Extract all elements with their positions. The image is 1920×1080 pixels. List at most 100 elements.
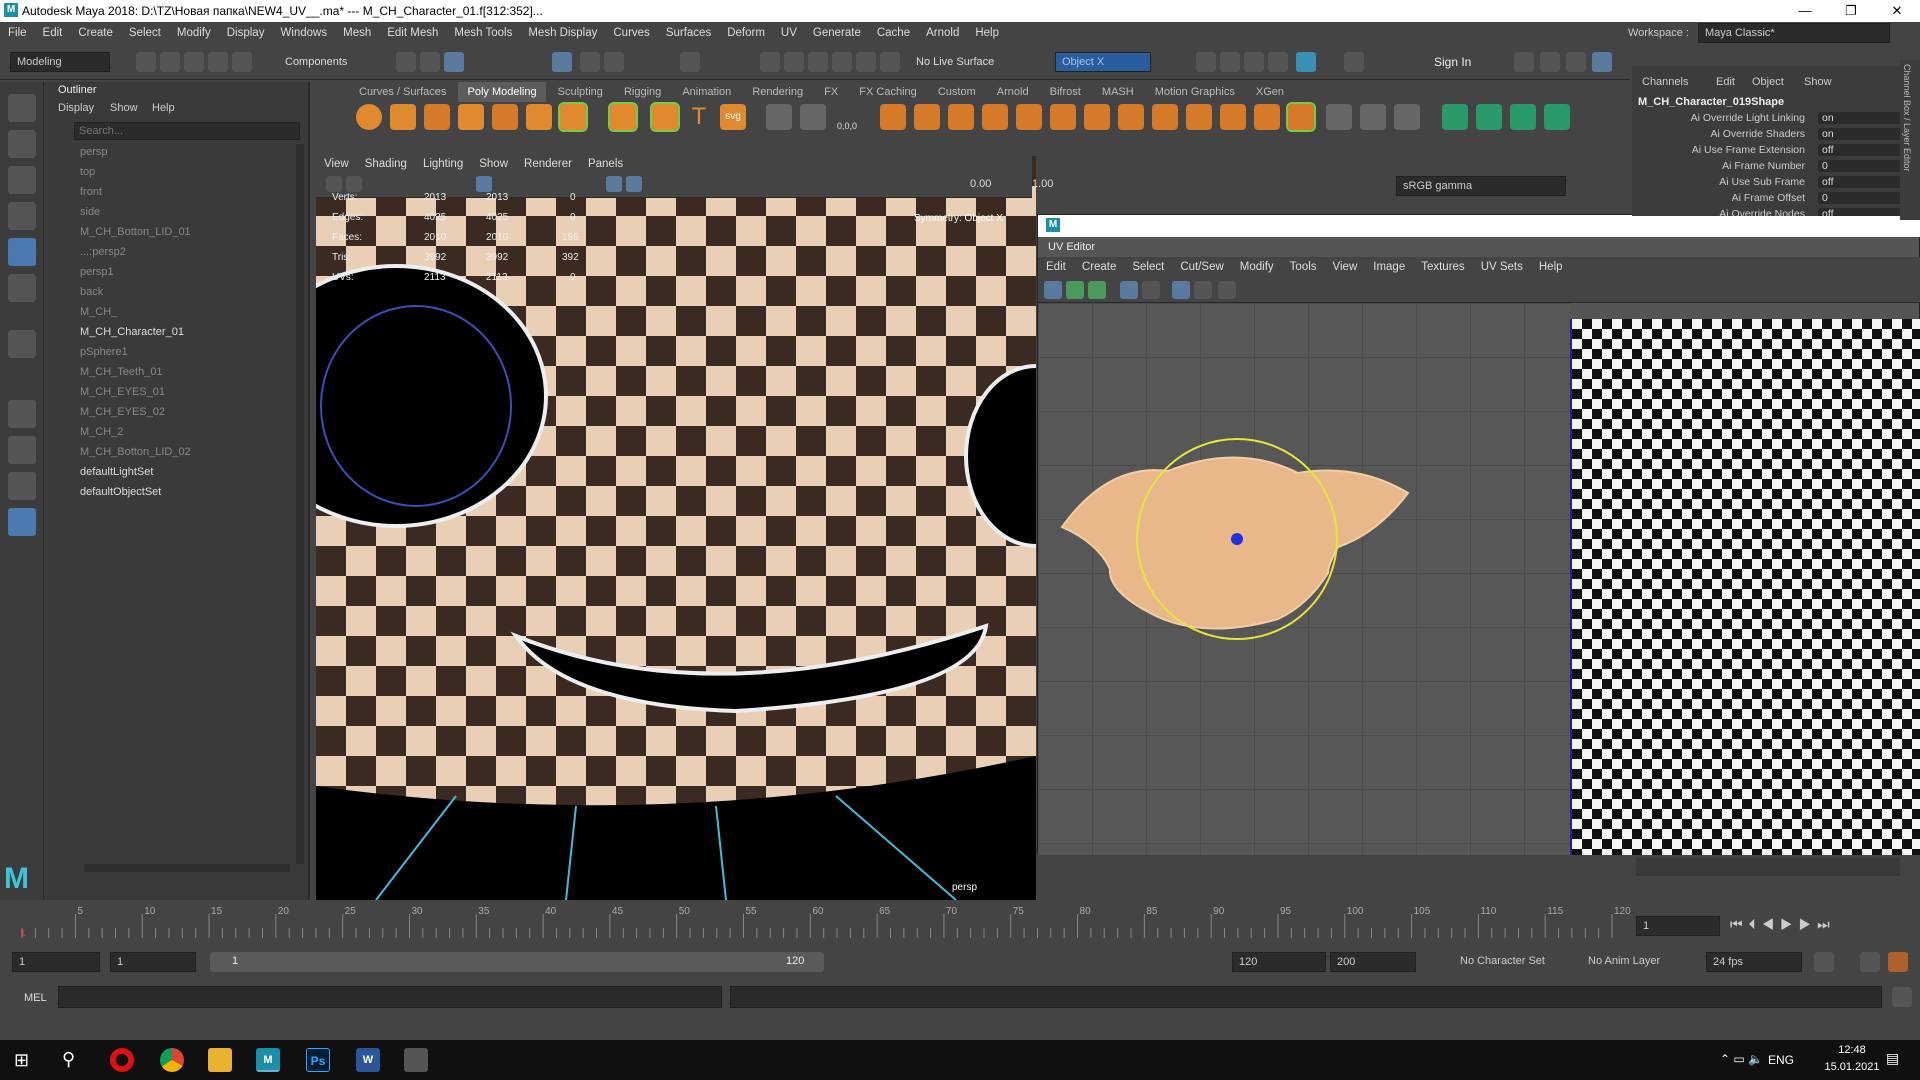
menu-curves[interactable]: Curves — [605, 27, 657, 39]
app-icon[interactable] — [404, 1048, 428, 1072]
tray-icons[interactable]: ⌃ ▭ 🔈 — [1720, 1052, 1763, 1066]
quad-draw-icon[interactable] — [1152, 104, 1178, 130]
exposure-value[interactable]: 0.00 — [970, 178, 991, 190]
save-scene-icon[interactable] — [184, 52, 204, 72]
insert-edge-loop-icon[interactable] — [1016, 104, 1042, 130]
undo-icon[interactable] — [208, 52, 228, 72]
outliner-menu-help[interactable]: Help — [152, 102, 175, 114]
uv-menu-select[interactable]: Select — [1124, 261, 1172, 273]
outliner-horizontal-scrollbar[interactable] — [84, 864, 290, 872]
menu-windows[interactable]: Windows — [272, 27, 335, 39]
hypershade-icon[interactable] — [1296, 52, 1316, 72]
current-frame-field[interactable]: 1 — [1636, 916, 1720, 936]
auto-key-icon[interactable] — [1860, 952, 1880, 972]
live-surface-label[interactable]: No Live Surface — [916, 56, 994, 68]
uv-texture-toggle-icon[interactable] — [1120, 281, 1138, 299]
uv-snapshot-icon[interactable] — [1218, 281, 1236, 299]
outliner-item[interactable]: M_CH_2 — [80, 426, 123, 438]
viewport-menu-lighting[interactable]: Lighting — [415, 158, 471, 170]
outliner-item[interactable]: top — [80, 166, 95, 178]
merge-icon[interactable] — [1050, 104, 1076, 130]
multi-cut-icon[interactable] — [982, 104, 1008, 130]
script-editor-icon[interactable] — [1892, 987, 1912, 1007]
menu-mesh[interactable]: Mesh — [335, 27, 379, 39]
tool-settings-icon[interactable] — [1566, 52, 1586, 72]
menu-cache[interactable]: Cache — [869, 27, 918, 39]
uv-menu-view[interactable]: View — [1325, 261, 1366, 273]
select-component-icon[interactable] — [444, 52, 464, 72]
loop-icon[interactable] — [1814, 952, 1834, 972]
photoshop-icon[interactable]: Ps — [306, 1048, 330, 1072]
channel-row[interactable]: Ai Frame Offset 0 — [1632, 192, 1920, 208]
snap-curve-icon[interactable] — [784, 52, 804, 72]
poly-cube-icon[interactable] — [390, 104, 416, 130]
colorspace-dropdown[interactable]: sRGB gamma — [1396, 176, 1566, 196]
workspace-dropdown[interactable]: Maya Classic* — [1698, 23, 1890, 43]
mel-command-input[interactable] — [58, 986, 722, 1008]
shelf-tab-custom[interactable]: Custom — [929, 82, 985, 102]
fps-dropdown[interactable]: 24 fps — [1706, 952, 1802, 972]
animation-end-field[interactable]: 200 — [1330, 952, 1416, 972]
outliner-scrollbar[interactable] — [296, 144, 304, 864]
face-select-icon[interactable] — [580, 52, 600, 72]
uv-menu-uv-sets[interactable]: UV Sets — [1473, 261, 1531, 273]
camera-attributes-icon[interactable] — [346, 176, 362, 192]
animation-start-field[interactable]: 1 — [12, 952, 100, 972]
channel-menu-object[interactable]: Object — [1752, 76, 1784, 88]
shelf-tab-sculpting[interactable]: Sculpting — [549, 82, 612, 102]
grid-toggle-icon[interactable] — [476, 176, 492, 192]
channel-menu-edit[interactable]: Edit — [1716, 76, 1735, 88]
outliner-item[interactable]: M_CH_EYES_02 — [80, 406, 165, 418]
poly-torus-icon[interactable] — [492, 104, 518, 130]
select-hierarchy-icon[interactable] — [396, 52, 416, 72]
shelf-tab-fx-caching[interactable]: FX Caching — [850, 82, 925, 102]
uv-select-mode-icon[interactable] — [1044, 281, 1062, 299]
playback-end-field[interactable]: 120 — [1232, 952, 1326, 972]
character-set-dropdown[interactable]: No Character Set — [1460, 955, 1545, 967]
shelf-tab-animation[interactable]: Animation — [673, 82, 740, 102]
chrome-icon[interactable] — [160, 1048, 184, 1072]
outliner-item[interactable]: front — [80, 186, 102, 198]
channel-row[interactable]: Ai Use Frame Extension off — [1632, 144, 1920, 160]
redo-icon[interactable] — [232, 52, 252, 72]
select-object-icon[interactable] — [420, 52, 440, 72]
shelf-tab-mash[interactable]: MASH — [1093, 82, 1143, 102]
outliner-menu-display[interactable]: Display — [58, 102, 94, 114]
uv-menu-textures[interactable]: Textures — [1413, 261, 1472, 273]
channel-box-scrollbar[interactable] — [1636, 858, 1900, 876]
lock-icon[interactable] — [680, 52, 700, 72]
outliner-item[interactable]: M_CH_Character_01 — [80, 326, 184, 338]
uv-grid-icon[interactable] — [1172, 281, 1190, 299]
separate-icon[interactable] — [800, 104, 826, 130]
menu-mesh-display[interactable]: Mesh Display — [520, 27, 605, 39]
shelf-tab-curves-surfaces[interactable]: Curves / Surfaces — [350, 82, 455, 102]
outliner-item[interactable]: M_CH_ — [80, 306, 117, 318]
poly-disc-icon[interactable] — [558, 102, 588, 132]
smooth-icon[interactable] — [1186, 104, 1212, 130]
bevel-icon[interactable] — [880, 104, 906, 130]
lasso-tool-icon[interactable] — [8, 130, 36, 158]
modeling-toolkit-icon[interactable] — [1514, 52, 1534, 72]
menu-deform[interactable]: Deform — [719, 27, 773, 39]
notifications-icon[interactable]: ▤ — [1886, 1050, 1899, 1067]
maximize-button[interactable]: ❐ — [1828, 0, 1874, 22]
menu-edit-mesh[interactable]: Edit Mesh — [379, 27, 446, 39]
outliner-item[interactable]: side — [80, 206, 100, 218]
select-tool-icon[interactable] — [8, 94, 36, 122]
outliner-item[interactable]: back — [80, 286, 103, 298]
channel-row[interactable]: Ai Override Light Linking on — [1632, 112, 1920, 128]
viewport-menu-renderer[interactable]: Renderer — [516, 158, 580, 170]
uv-menu-tools[interactable]: Tools — [1282, 261, 1325, 273]
outliner-item[interactable]: M_CH_EYES_01 — [80, 386, 165, 398]
move-tool-icon[interactable] — [8, 202, 36, 230]
outliner-item[interactable]: persp1 — [80, 266, 114, 278]
menu-display[interactable]: Display — [219, 27, 273, 39]
menu-modify[interactable]: Modify — [169, 27, 219, 39]
automatic-mapping-icon[interactable] — [1544, 104, 1570, 130]
time-slider[interactable]: 5 10 15 20 25 30 35 40 45 50 55 60 65 70 75 80 85 90 95 100… — [0, 900, 1920, 948]
grab-brush-icon[interactable] — [1394, 104, 1420, 130]
scale-tool-icon[interactable] — [8, 274, 36, 302]
playback-controls[interactable]: ⏮⏴◀▶▶⏭ — [1730, 916, 1836, 933]
shelf-tab-rendering[interactable]: Rendering — [743, 82, 812, 102]
playback-start-field[interactable]: 1 — [110, 952, 196, 972]
